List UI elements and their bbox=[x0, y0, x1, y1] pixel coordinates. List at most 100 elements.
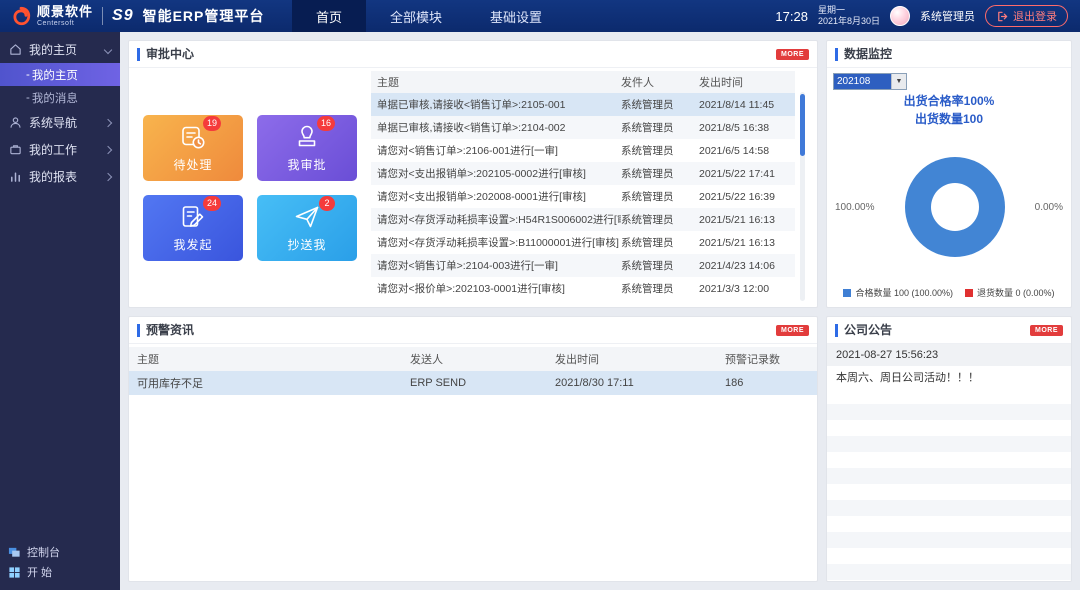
data-monitor-panel: 数据监控 202108 ▼ 出货合格率100% 出货数量100 100.00% bbox=[826, 40, 1072, 308]
sidebar-footer: 控制台 开 始 bbox=[0, 542, 120, 590]
approval-center-title: 审批中心 bbox=[137, 48, 194, 61]
sidebar-item-system-nav-label: 系统导航 bbox=[29, 114, 77, 131]
approval-row[interactable]: 请您对<存货浮动耗损率设置>:B11000001进行[审核] 系统管理员 202… bbox=[371, 231, 795, 254]
tile-pending-label: 待处理 bbox=[173, 156, 212, 173]
announcement-row[interactable]: 2021-08-27 15:56:23 bbox=[827, 344, 1071, 366]
alerts-title: 预警资讯 bbox=[137, 324, 194, 337]
approval-time: 2021/5/21 16:13 bbox=[699, 237, 795, 249]
sidebar-item-system-nav[interactable]: 系统导航 bbox=[0, 109, 120, 136]
period-value: 202108 bbox=[834, 74, 891, 89]
alert-count: 186 bbox=[725, 377, 817, 389]
chevron-right-icon bbox=[104, 118, 112, 126]
announcement-row[interactable]: 本周六、周日公司活动！！！ bbox=[827, 366, 1071, 388]
paper-plane-icon: 2 bbox=[293, 203, 321, 231]
approval-row[interactable]: 单据已审核,请接收<销售订单>:2105-001 系统管理员 2021/8/14… bbox=[371, 93, 795, 116]
approval-row[interactable]: 请您对<存货浮动耗损率设置>:H54R1S006002进行[审核] 系统管理员 … bbox=[371, 208, 795, 231]
approval-table-header: 主题 发件人 发出时间 bbox=[371, 71, 795, 93]
table-scrollbar[interactable] bbox=[800, 92, 805, 301]
approval-row[interactable]: 请您对<报价单>:202103-0001进行[审核] 系统管理员 2021/3/… bbox=[371, 277, 795, 300]
approval-row[interactable]: 请您对<支出报销单>:202105-0002进行[审核] 系统管理员 2021/… bbox=[371, 162, 795, 185]
sidebar-item-my-home-label: 我的主页 bbox=[32, 67, 78, 83]
sidebar-item-my-home[interactable]: 我的主页 bbox=[0, 63, 120, 86]
home-icon bbox=[9, 43, 22, 56]
approval-row[interactable]: 请您对<销售订单>:2106-001进行[一审] 系统管理员 2021/6/5 … bbox=[371, 139, 795, 162]
approval-table-body: 单据已审核,请接收<销售订单>:2105-001 系统管理员 2021/8/14… bbox=[371, 93, 795, 300]
approval-time: 2021/5/22 16:39 bbox=[699, 191, 795, 203]
sidebar-item-my-reports[interactable]: 我的报表 bbox=[0, 163, 120, 190]
user-avatar[interactable] bbox=[890, 6, 910, 26]
right-column: 数据监控 202108 ▼ 出货合格率100% 出货数量100 100.00% bbox=[826, 40, 1072, 582]
approval-sender: 系统管理员 bbox=[621, 97, 699, 112]
logout-button[interactable]: 退出登录 bbox=[985, 5, 1068, 27]
data-monitor-header: 数据监控 bbox=[827, 41, 1071, 68]
announcement-empty-row bbox=[827, 404, 1071, 420]
announcements-more-button[interactable]: MORE bbox=[1030, 325, 1063, 336]
approval-subject: 请您对<存货浮动耗损率设置>:H54R1S006002进行[审核] bbox=[371, 212, 621, 227]
approval-sender: 系统管理员 bbox=[621, 143, 699, 158]
tile-my-approvals[interactable]: 16 我审批 bbox=[257, 115, 357, 181]
approval-time: 2021/8/5 16:38 bbox=[699, 122, 795, 134]
main-content: 审批中心 MORE bbox=[120, 32, 1080, 590]
tile-initiated-by-me[interactable]: 24 我发起 bbox=[143, 195, 243, 261]
announcement-date: 2021-08-27 15:56:23 bbox=[836, 349, 938, 361]
legend-return-swatch bbox=[965, 289, 973, 297]
app-title: 智能ERP管理平台 bbox=[143, 6, 265, 26]
product-badge: S9 bbox=[112, 7, 134, 25]
sidebar-group-home-label: 我的主页 bbox=[29, 41, 77, 58]
weekday: 星期一 bbox=[818, 5, 880, 16]
approval-row[interactable]: 请您对<销售订单>:2104-003进行[一审] 系统管理员 2021/4/23… bbox=[371, 254, 795, 277]
brand-text: 顺景软件 Centersoft bbox=[37, 5, 93, 27]
sidebar-item-my-messages-label: 我的消息 bbox=[32, 90, 78, 106]
approval-table: 主题 发件人 发出时间 单据已审核,请接收<销售订单>:2105-001 系统管… bbox=[371, 68, 807, 307]
brand-subtitle: Centersoft bbox=[37, 20, 93, 27]
logout-icon bbox=[996, 10, 1009, 23]
topbar: 顺景软件 Centersoft S9 智能ERP管理平台 首页 全部模块 基础设… bbox=[0, 0, 1080, 32]
announcement-empty-row bbox=[827, 468, 1071, 484]
tile-initiated-by-me-label: 我发起 bbox=[173, 236, 212, 253]
alert-row[interactable]: 可用库存不足 ERP SEND 2021/8/30 17:11 186 bbox=[129, 371, 817, 395]
scrollbar-thumb[interactable] bbox=[800, 94, 805, 156]
sidebar-item-my-messages[interactable]: 我的消息 bbox=[0, 86, 120, 109]
approval-subject: 请您对<存货浮动耗损率设置>:B11000001进行[审核] bbox=[371, 235, 621, 250]
approval-tiles: 19 待处理 16 bbox=[143, 68, 357, 307]
approval-time: 2021/5/21 16:13 bbox=[699, 214, 795, 226]
tab-all-modules[interactable]: 全部模块 bbox=[366, 0, 466, 32]
alerts-more-button[interactable]: MORE bbox=[776, 325, 809, 336]
tab-basic-settings[interactable]: 基础设置 bbox=[466, 0, 566, 32]
sidebar-item-my-work-label: 我的工作 bbox=[29, 141, 77, 158]
approval-time: 2021/6/5 14:58 bbox=[699, 145, 795, 157]
approval-time: 2021/3/3 12:00 bbox=[699, 283, 795, 295]
approval-center-panel: 审批中心 MORE bbox=[128, 40, 818, 308]
approval-sender: 系统管理员 bbox=[621, 166, 699, 181]
period-select[interactable]: 202108 ▼ bbox=[833, 73, 907, 90]
bar-chart-icon bbox=[9, 170, 22, 183]
console-button[interactable]: 控制台 bbox=[8, 542, 112, 562]
sidebar-item-my-reports-label: 我的报表 bbox=[29, 168, 77, 185]
tile-pending[interactable]: 19 待处理 bbox=[143, 115, 243, 181]
approval-row[interactable]: 单据已审核,请接收<销售订单>:2104-002 系统管理员 2021/8/5 … bbox=[371, 116, 795, 139]
approval-more-button[interactable]: MORE bbox=[776, 49, 809, 60]
start-button[interactable]: 开 始 bbox=[8, 562, 112, 582]
dropdown-arrow-icon[interactable]: ▼ bbox=[891, 74, 906, 89]
approval-row[interactable]: 请您对<支出报销单>:202008-0001进行[审核] 系统管理员 2021/… bbox=[371, 185, 795, 208]
announcement-empty-row bbox=[827, 564, 1071, 580]
tab-home[interactable]: 首页 bbox=[292, 0, 366, 32]
legend-return-label: 退货数量 0 (0.00%) bbox=[977, 286, 1055, 299]
approval-time: 2021/8/14 11:45 bbox=[699, 99, 795, 111]
approval-body: 19 待处理 16 bbox=[129, 68, 817, 307]
brand-name: 顺景软件 bbox=[37, 5, 93, 18]
col-subject: 主题 bbox=[371, 74, 621, 90]
initiated-count-badge: 24 bbox=[203, 196, 221, 211]
start-label: 开 始 bbox=[27, 564, 52, 580]
username: 系统管理员 bbox=[920, 8, 975, 24]
sidebar-group-home[interactable]: 我的主页 bbox=[0, 36, 120, 63]
approval-sender: 系统管理员 bbox=[621, 281, 699, 296]
sidebar-item-my-work[interactable]: 我的工作 bbox=[0, 136, 120, 163]
col-send-time: 发出时间 bbox=[699, 74, 795, 90]
announcements-panel: 公司公告 MORE 2021-08-27 15:56:23 本周六、周日公司活动… bbox=[826, 316, 1072, 582]
pending-clipboard-clock-icon: 19 bbox=[179, 123, 207, 151]
tile-cc-to-me[interactable]: 2 抄送我 bbox=[257, 195, 357, 261]
donut-left-label: 100.00% bbox=[835, 202, 874, 213]
brand-divider bbox=[102, 7, 103, 25]
logout-label: 退出登录 bbox=[1013, 8, 1057, 24]
